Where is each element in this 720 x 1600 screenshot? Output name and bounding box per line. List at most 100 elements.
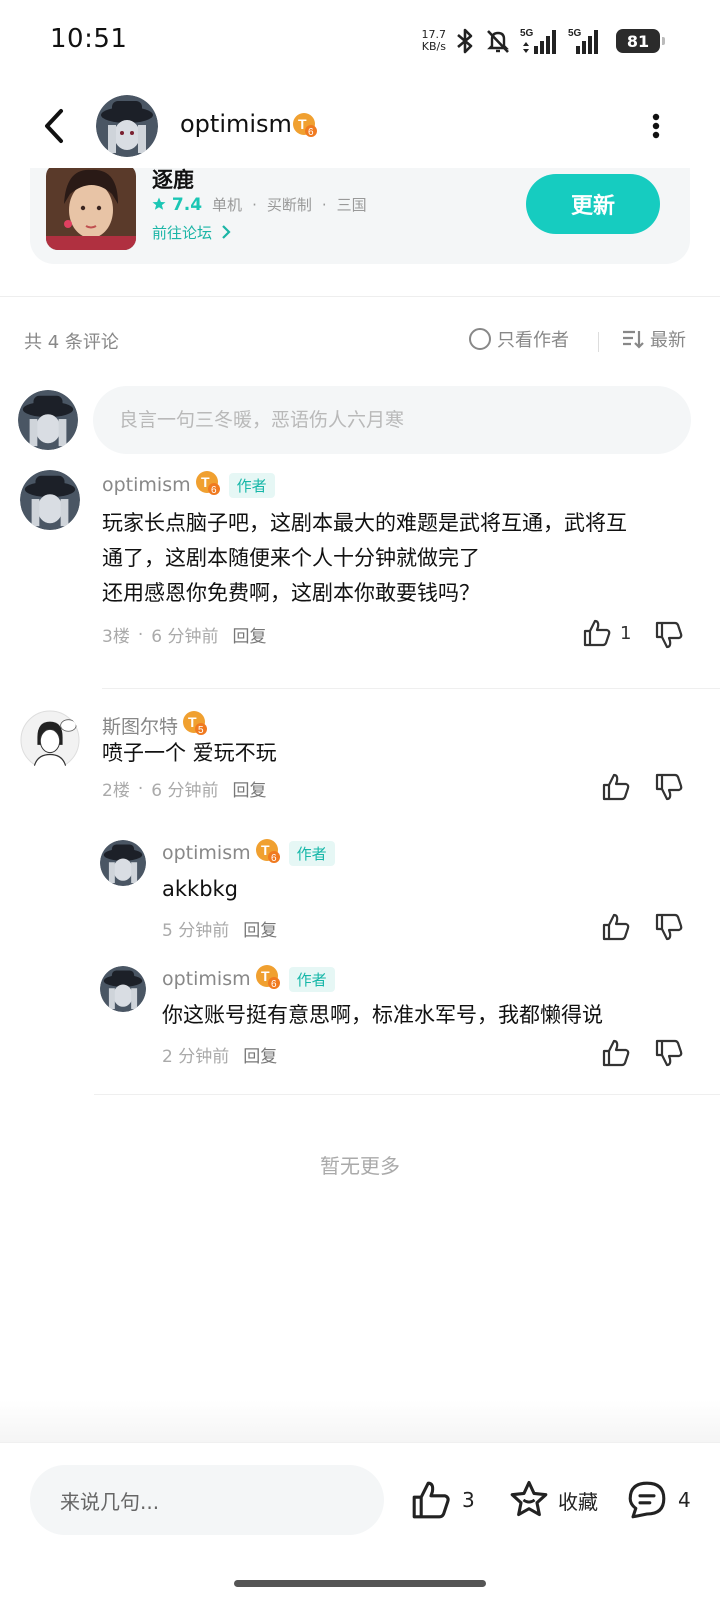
commenter-avatar[interactable] — [100, 840, 146, 886]
reply-item: optimism T6 作者 你这账号挺有意思啊，标准水军号，我都懒得说 2 分… — [0, 964, 720, 1067]
game-score: 7.4 — [152, 195, 202, 215]
svg-text:5G: 5G — [520, 28, 534, 39]
post-like-button[interactable]: 3 — [410, 1479, 475, 1521]
dislike-button[interactable] — [654, 912, 684, 946]
comment-count: 共 4 条评论 — [24, 332, 119, 353]
favorite-label: 收藏 — [558, 1489, 598, 1514]
comment-bubble-icon — [628, 1481, 666, 1519]
divider — [94, 1094, 720, 1095]
svg-text:5G: 5G — [568, 28, 582, 39]
author-tag: 作者 — [288, 840, 335, 866]
comment-text: akkbkg — [162, 877, 239, 901]
chevron-right-icon — [222, 225, 231, 239]
comment-input[interactable] — [93, 386, 691, 454]
forum-link[interactable]: 前往论坛 — [152, 222, 231, 243]
comment-time: 5 分钟前 — [162, 921, 230, 941]
thumbs-up-icon — [602, 913, 630, 941]
svg-text:6: 6 — [271, 853, 277, 864]
commenter-name[interactable]: optimism — [102, 474, 191, 496]
bluetooth-icon — [454, 27, 476, 55]
comments-button[interactable]: 4 — [626, 1479, 691, 1521]
user-avatar[interactable] — [96, 95, 158, 157]
comment-time: 6 分钟前 — [151, 627, 219, 647]
reply-button[interactable]: 回复 — [243, 1042, 277, 1067]
reply-button[interactable]: 回复 — [232, 776, 266, 801]
header-user-name: optimism — [180, 110, 292, 138]
more-vertical-icon — [652, 113, 660, 139]
author-tag: 作者 — [228, 472, 275, 498]
comment-meta: 2 分钟前 回复 — [162, 1042, 277, 1067]
thumbs-up-icon — [583, 619, 611, 647]
tag-dot: · — [321, 195, 327, 214]
tag-dot: · — [252, 195, 257, 214]
author-tag: 作者 — [288, 966, 335, 992]
say-input[interactable]: 来说几句... — [30, 1465, 384, 1535]
favorite-button[interactable]: 收藏 — [508, 1479, 598, 1521]
divider — [0, 296, 720, 297]
comment-time: 6 分钟前 — [151, 781, 219, 801]
top-header: optimism T6 — [0, 84, 720, 168]
comment-header: optimism T6 作者 — [162, 964, 335, 994]
comment-item: optimism T6 作者 玩家长点脑子吧，这剧本最大的难题是武将互通，武将互… — [0, 470, 720, 670]
svg-text:5: 5 — [198, 725, 204, 736]
like-button[interactable] — [601, 1038, 631, 1068]
home-indicator[interactable] — [234, 1580, 486, 1587]
thumbs-up-icon — [602, 773, 630, 801]
my-avatar — [18, 390, 78, 450]
sort-icon — [623, 330, 644, 349]
floor-number: 2楼 — [102, 781, 130, 801]
comment-text: 玩家长点脑子吧，这剧本最大的难题是武将互通，武将互 通了，这剧本随便来个人十分钟… — [102, 511, 627, 605]
comment-meta: 3楼 · 6 分钟前 回复 — [102, 622, 266, 648]
reply-button[interactable]: 回复 — [243, 916, 277, 941]
like-button[interactable] — [601, 912, 631, 942]
reply-item: optimism T6 作者 akkbkg 5 分钟前 回复 — [0, 838, 720, 941]
game-cover-image — [46, 164, 136, 250]
net-speed: 17.7 KB/s — [421, 28, 447, 53]
game-title: 逐鹿 — [152, 168, 194, 192]
commenter-name[interactable]: optimism — [162, 842, 251, 864]
like-button[interactable] — [601, 772, 631, 802]
bottom-fade — [0, 1400, 720, 1442]
comment-meta: 2楼 · 6 分钟前 回复 — [102, 776, 266, 802]
author-only-toggle[interactable]: 只看作者 — [469, 326, 569, 352]
no-more-text: 暂无更多 — [320, 1154, 400, 1178]
comment-header: optimism T6 作者 — [102, 470, 275, 500]
back-button[interactable] — [34, 104, 74, 148]
comment-text: 喷子一个 爱玩不玩 — [102, 741, 277, 765]
update-button[interactable]: 更新 — [526, 174, 660, 234]
commenter-name[interactable]: optimism — [162, 968, 251, 990]
like-button[interactable]: 1 — [582, 618, 631, 648]
comment-text: 你这账号挺有意思啊，标准水军号，我都懒得说 — [162, 1003, 603, 1027]
commenter-avatar[interactable] — [20, 470, 80, 530]
svg-text:6: 6 — [271, 979, 277, 990]
dislike-button[interactable] — [654, 620, 684, 654]
commenter-avatar[interactable] — [100, 966, 146, 1012]
comment-filter-bar: 共 4 条评论 只看作者 最新 — [0, 322, 720, 362]
like-count: 1 — [620, 622, 632, 644]
dislike-button[interactable] — [654, 1038, 684, 1072]
game-tag: 买断制 — [266, 196, 312, 214]
comment-count-bottom: 4 — [678, 1488, 691, 1512]
more-button[interactable] — [636, 106, 676, 146]
star-outline-icon — [510, 1480, 548, 1517]
level-badge-icon: T6 — [255, 964, 281, 994]
comment-header: optimism T6 作者 — [162, 838, 335, 868]
level-badge-icon: T6 — [255, 838, 281, 868]
compose-row — [0, 386, 720, 458]
level-badge-icon: T6 — [195, 470, 221, 500]
sort-button[interactable]: 最新 — [622, 326, 686, 352]
commenter-name[interactable]: 斯图尔特 — [102, 712, 178, 739]
signal-icon: 5G — [520, 26, 560, 56]
status-icons: 17.7 KB/s 5G 5G 81 — [416, 24, 665, 58]
thumbs-down-icon — [655, 773, 683, 801]
dislike-button[interactable] — [654, 772, 684, 806]
status-bar: 10:51 17.7 KB/s 5G 5G 81 — [0, 0, 720, 84]
commenter-avatar[interactable] — [20, 710, 80, 770]
comment-time: 2 分钟前 — [162, 1047, 230, 1067]
thumbs-down-icon — [655, 1039, 683, 1067]
reply-button[interactable]: 回复 — [232, 622, 266, 647]
signal-icon-2: 5G — [568, 26, 608, 56]
battery-indicator: 81 — [616, 29, 665, 53]
thumbs-down-icon — [655, 621, 683, 649]
game-tag: 单机 — [212, 196, 243, 214]
